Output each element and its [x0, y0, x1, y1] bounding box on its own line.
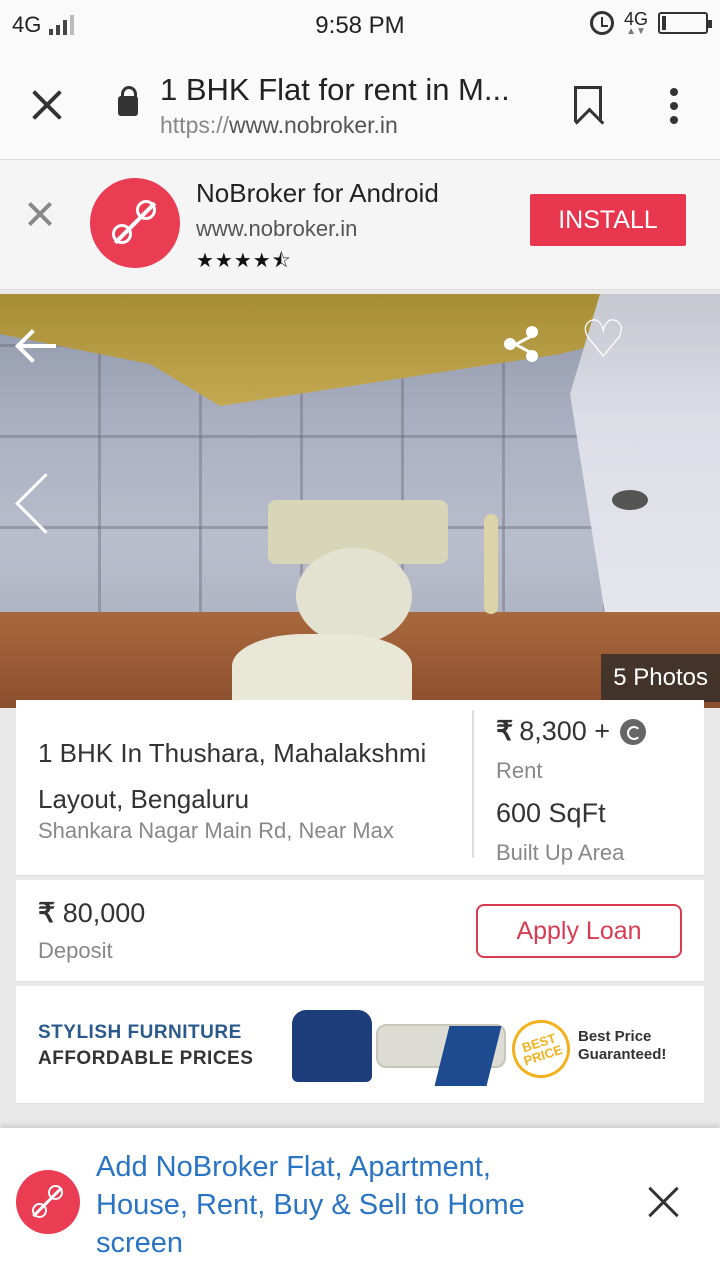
deposit-value-row: ₹ 80,000	[38, 898, 145, 929]
area-label: Built Up Area	[496, 840, 625, 865]
rating-stars: ★★★★⯪	[196, 250, 292, 272]
ad-tagline: Best Price Guaranteed!	[578, 1028, 667, 1063]
best-price-badge: BEST PRICE	[504, 1012, 578, 1086]
nobroker-logo	[90, 178, 180, 268]
system-icons: 4G ▲▼	[589, 9, 712, 37]
browser-toolbar: 1 BHK Flat for rent in M... https://www.…	[0, 48, 720, 160]
add-to-home-link[interactable]: Add NoBroker Flat, Apartment, House, Ren…	[96, 1148, 576, 1262]
url-host: www.nobroker.in	[229, 112, 398, 138]
close-tab-icon[interactable]	[30, 88, 64, 122]
back-arrow-icon[interactable]	[16, 330, 58, 362]
deposit-label: Deposit	[38, 938, 113, 963]
furniture-ad-banner[interactable]: STYLISH FURNITURE AFFORDABLE PRICES BEST…	[16, 986, 704, 1104]
nobroker-logo-small	[16, 1170, 80, 1234]
deposit-card: ₹ 80,000 Deposit Apply Loan	[16, 880, 704, 982]
share-icon[interactable]	[504, 326, 540, 362]
deposit-value: 80,000	[62, 898, 146, 928]
favorite-heart-icon[interactable]: ♡	[580, 314, 627, 366]
network-type-right: 4G ▲▼	[623, 9, 648, 37]
more-options-icon[interactable]	[670, 88, 678, 130]
rupee-icon: ₹	[496, 716, 514, 746]
negotiable-icon[interactable]	[620, 718, 647, 745]
battery-icon	[658, 12, 712, 34]
status-bar: 4G 9:58 PM 4G ▲▼	[0, 0, 720, 48]
url-text[interactable]: https://www.nobroker.in	[160, 112, 398, 139]
rent-value-row: ₹ 8,300 +	[496, 716, 647, 747]
lock-icon	[118, 86, 138, 116]
ad-subheadline: AFFORDABLE PRICES	[38, 1048, 254, 1069]
dismiss-banner-icon[interactable]	[28, 202, 52, 226]
alarm-icon	[589, 11, 614, 35]
listing-address: Shankara Nagar Main Rd, Near Max	[38, 818, 394, 843]
apply-loan-button[interactable]: Apply Loan	[476, 904, 682, 958]
property-photo[interactable]: ♡ 5 Photos	[0, 294, 720, 708]
url-protocol: https://	[160, 112, 230, 138]
divider	[472, 710, 474, 858]
area-value: 600 SqFt	[496, 798, 606, 828]
armchair-image	[292, 1010, 372, 1082]
bookmark-icon[interactable]	[574, 86, 602, 122]
install-button[interactable]: INSTALL	[530, 194, 686, 246]
listing-title: 1 BHK In Thushara, Mahalakshmi Layout, B…	[38, 738, 427, 814]
photo-count[interactable]: 5 Photos	[601, 654, 720, 702]
listing-summary-card: 1 BHK In Thushara, Mahalakshmi Layout, B…	[16, 700, 704, 876]
page-title[interactable]: 1 BHK Flat for rent in M...	[160, 72, 510, 108]
app-install-banner: NoBroker for Android www.nobroker.in ★★★…	[0, 160, 720, 290]
close-icon[interactable]	[648, 1186, 680, 1218]
previous-photo-icon[interactable]	[10, 474, 60, 534]
app-url: www.nobroker.in	[196, 216, 358, 241]
rupee-icon: ₹	[38, 898, 56, 928]
ad-headline: STYLISH FURNITURE	[38, 1022, 242, 1043]
rent-label: Rent	[496, 758, 543, 783]
app-name: NoBroker for Android	[196, 178, 439, 208]
rent-value: 8,300 +	[519, 716, 611, 746]
add-to-home-banner: Add NoBroker Flat, Apartment, House, Ren…	[0, 1128, 720, 1280]
